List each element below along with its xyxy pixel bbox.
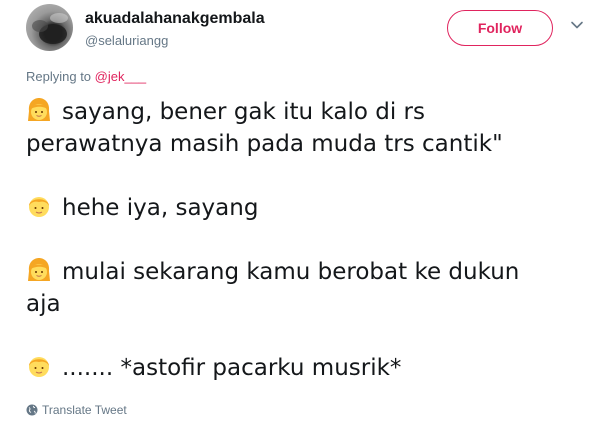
- tweet-paragraph: mulai sekarang kamu berobat ke dukun aja: [26, 256, 596, 320]
- replying-to: Replying to @jek___: [26, 69, 146, 84]
- follow-button[interactable]: Follow: [447, 10, 553, 46]
- display-name[interactable]: akuadalahanakgembala: [85, 10, 265, 28]
- translate-label[interactable]: Translate Tweet: [42, 403, 127, 417]
- chevron-down-icon[interactable]: [570, 18, 584, 32]
- tweet-line: aja: [26, 291, 61, 317]
- mention-link[interactable]: @jek___: [95, 69, 147, 84]
- tweet-line: hehe iya, sayang: [62, 195, 259, 221]
- tweet-text: sayang, bener gak itu kalo di rs perawatn…: [26, 96, 596, 384]
- girl-emoji-icon: [28, 98, 50, 121]
- translate-tweet-link[interactable]: Translate Tweet: [26, 403, 127, 417]
- tweet-line: perawatnya masih pada muda trs cantik": [26, 131, 503, 157]
- tweet-paragraph: hehe iya, sayang: [26, 192, 596, 224]
- replying-to-label: Replying to: [26, 69, 95, 84]
- tweet-paragraph: sayang, bener gak itu kalo di rs perawatn…: [26, 96, 596, 160]
- tweet-line: ....... *astofir pacarku musrik*: [62, 355, 402, 381]
- tweet-line: mulai sekarang kamu berobat ke dukun: [62, 259, 520, 285]
- tweet-header: akuadalahanakgembala @selaluriangg Follo…: [26, 4, 596, 54]
- globe-icon: [26, 404, 38, 416]
- tweet-line: sayang, bener gak itu kalo di rs: [62, 99, 425, 125]
- girl-emoji-icon: [28, 258, 50, 281]
- boy-emoji-icon: [29, 197, 49, 217]
- avatar[interactable]: [26, 4, 73, 51]
- boy-emoji-icon: [29, 357, 49, 377]
- tweet-paragraph: ....... *astofir pacarku musrik*: [26, 352, 596, 384]
- user-handle[interactable]: @selaluriangg: [85, 33, 168, 48]
